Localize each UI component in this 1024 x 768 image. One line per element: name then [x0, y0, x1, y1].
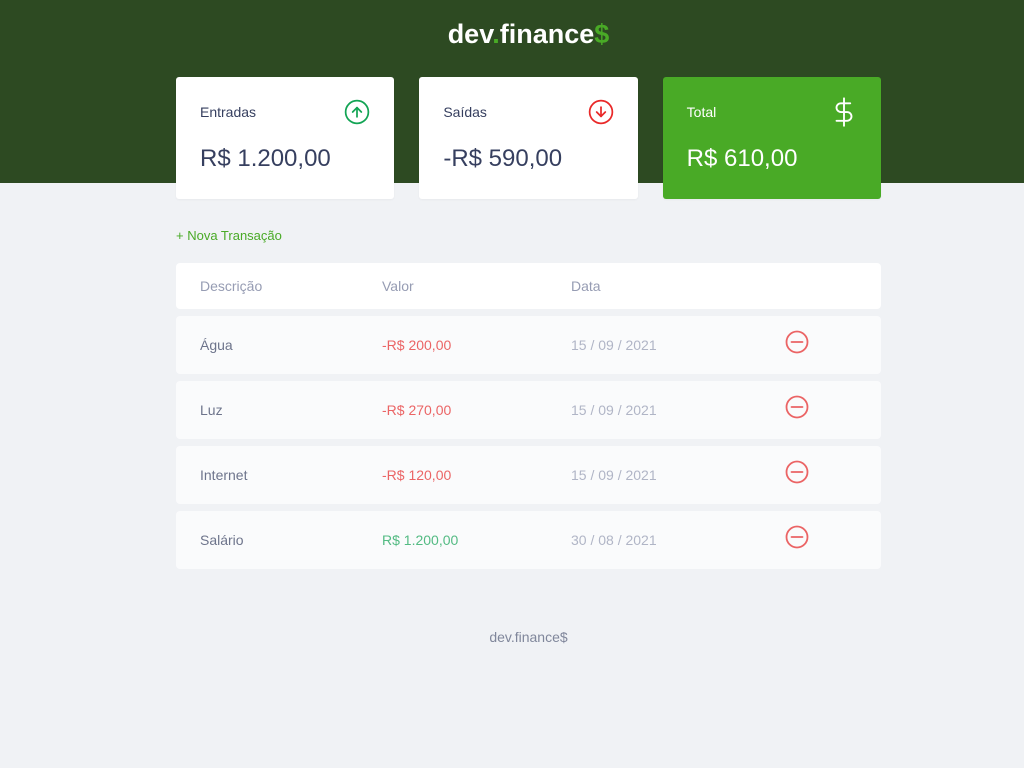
transaction-date: 15 / 09 / 2021 — [571, 467, 657, 483]
logo-dot: . — [492, 19, 500, 49]
transaction-actions — [785, 525, 881, 552]
transaction-actions — [785, 395, 881, 422]
income-card-label: Entradas — [200, 104, 257, 120]
transaction-date: 30 / 08 / 2021 — [571, 532, 657, 548]
transaction-actions — [785, 330, 881, 357]
remove-transaction-button[interactable] — [785, 330, 809, 354]
transaction-description: Luz — [200, 402, 223, 418]
total-card-header: Total — [687, 97, 857, 127]
new-transaction-link[interactable]: + Nova Transação — [176, 227, 881, 245]
logo-currency-sign: $ — [594, 19, 610, 49]
transaction-row: Internet -R$ 120,00 15 / 09 / 2021 — [176, 446, 881, 504]
logo-text-dev: dev — [447, 19, 493, 49]
transaction-amount: -R$ 270,00 — [382, 402, 452, 418]
balance-section: Entradas R$ 1.200,00 Saídas -R$ 590,00 T… — [176, 77, 881, 199]
remove-transaction-button[interactable] — [785, 525, 809, 549]
income-card-header: Entradas — [200, 97, 370, 127]
page-footer: dev.finance$ — [489, 629, 568, 645]
transaction-row: Água -R$ 200,00 15 / 09 / 2021 — [176, 316, 881, 374]
expense-card-header: Saídas — [443, 97, 613, 127]
total-card-label: Total — [686, 104, 717, 120]
transaction-description: Internet — [200, 467, 248, 483]
transaction-row: Salário R$ 1.200,00 30 / 08 / 2021 — [176, 511, 881, 569]
column-header-description: Descrição — [200, 278, 263, 294]
column-header-amount: Valor — [382, 278, 414, 294]
column-header-date: Data — [571, 278, 601, 294]
transactions-table: Descrição Valor Data Água -R$ 200,00 15 … — [176, 263, 881, 569]
total-card-value: R$ 610,00 — [686, 145, 798, 172]
minus-circle-icon[interactable] — [785, 395, 809, 419]
arrow-down-circle-icon — [588, 99, 613, 125]
transaction-row: Luz -R$ 270,00 15 / 09 / 2021 — [176, 381, 881, 439]
income-card: Entradas R$ 1.200,00 — [176, 77, 395, 199]
expense-card: Saídas -R$ 590,00 — [419, 77, 638, 199]
transaction-amount: -R$ 120,00 — [382, 467, 452, 483]
expense-card-value: -R$ 590,00 — [443, 145, 563, 172]
app-logo: dev.finance$ — [176, 17, 881, 51]
transaction-date: 15 / 09 / 2021 — [571, 337, 657, 353]
minus-circle-icon[interactable] — [785, 460, 809, 484]
transaction-amount: -R$ 200,00 — [382, 337, 452, 353]
transaction-amount: R$ 1.200,00 — [382, 532, 459, 548]
remove-transaction-button[interactable] — [785, 395, 809, 419]
transaction-description: Água — [200, 337, 233, 353]
transaction-actions — [785, 460, 881, 487]
minus-circle-icon[interactable] — [785, 330, 809, 354]
arrow-up-circle-icon — [345, 99, 370, 125]
table-header-row: Descrição Valor Data — [176, 263, 881, 309]
expense-card-label: Saídas — [443, 104, 487, 120]
income-card-value: R$ 1.200,00 — [200, 145, 331, 172]
transaction-description: Salário — [200, 532, 244, 548]
total-card: Total R$ 610,00 — [662, 77, 881, 199]
dollar-sign-icon — [835, 97, 853, 127]
logo-text-finance: finance — [499, 19, 595, 49]
minus-circle-icon[interactable] — [785, 525, 809, 549]
transaction-date: 15 / 09 / 2021 — [571, 402, 657, 418]
remove-transaction-button[interactable] — [785, 460, 809, 484]
